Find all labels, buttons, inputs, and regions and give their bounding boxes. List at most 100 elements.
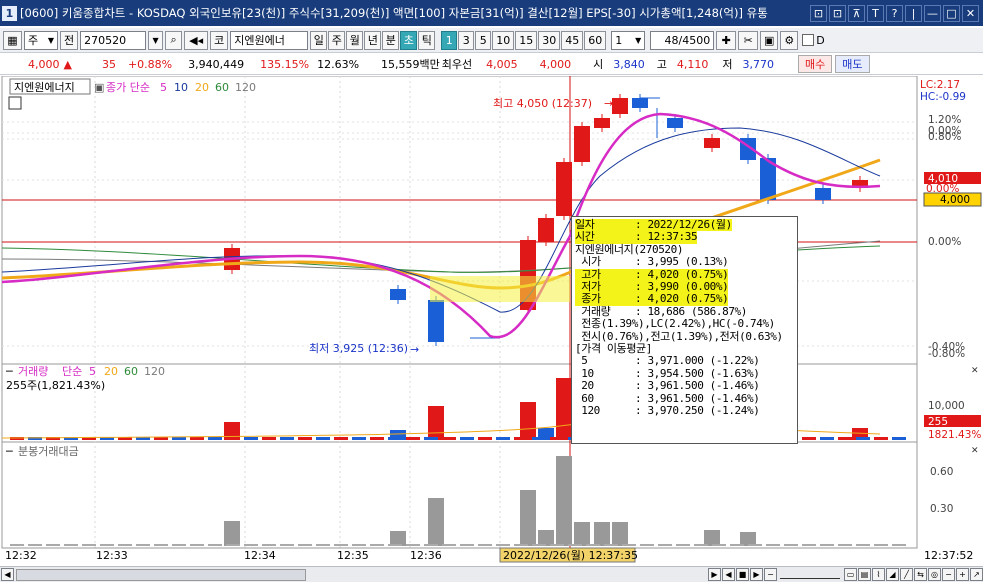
volume: 3,940,449: [188, 57, 245, 71]
tab-0[interactable]: 일: [310, 30, 328, 50]
window-control-5[interactable]: |: [905, 4, 922, 22]
bar-type-icon[interactable]: ▤: [858, 568, 871, 581]
change-percent: +0.88%: [127, 57, 173, 71]
tab-2[interactable]: 월: [346, 30, 364, 50]
chart-menu-icon[interactable]: ▦: [3, 30, 22, 50]
window-control-2[interactable]: ⊼: [848, 4, 865, 22]
code-input[interactable]: 270520: [80, 30, 147, 50]
amount-bar: [538, 530, 554, 546]
count-select[interactable]: 1 ▼: [611, 30, 646, 50]
window-control-3[interactable]: T: [867, 4, 884, 22]
zoom-out-icon[interactable]: −: [764, 568, 777, 581]
interval-45[interactable]: 45: [561, 30, 584, 50]
area-type-icon[interactable]: ◢: [886, 568, 899, 581]
window-control-4[interactable]: ?: [886, 4, 903, 22]
code-dropdown-icon[interactable]: ▼: [148, 30, 164, 50]
interval-30[interactable]: 30: [538, 30, 561, 50]
zoom-slider[interactable]: [780, 571, 840, 579]
expand-icon[interactable]: ↗: [970, 568, 983, 581]
window-control-1[interactable]: ⊡: [829, 4, 846, 22]
price-legend-prefix: ▣: [94, 81, 104, 94]
volume-bar-small: [262, 437, 276, 440]
amount-bar-small: [460, 544, 474, 546]
search-icon[interactable]: ⌕: [165, 30, 183, 50]
d-checkbox[interactable]: [802, 34, 815, 46]
play-icon[interactable]: ▶: [750, 568, 763, 581]
gear-icon[interactable]: ⚙: [780, 30, 799, 50]
scroll-thumb[interactable]: [16, 568, 306, 581]
amount-bar-small: [262, 544, 276, 546]
amount-bar-small: [298, 544, 312, 546]
scissors-icon[interactable]: ✂: [738, 30, 759, 50]
tooltip-value: : 3,970.250 (-1.24%): [635, 404, 760, 418]
window-control-7[interactable]: □: [943, 4, 960, 22]
panel-toggle-icon[interactable]: [8, 96, 22, 110]
line-type-icon[interactable]: ⌇: [872, 568, 885, 581]
prev-button[interactable]: 전: [60, 30, 79, 50]
save-icon[interactable]: ▣: [760, 30, 779, 50]
amount-bar-small: [766, 544, 780, 546]
amount-bar-small: [424, 544, 438, 546]
low-price: 3,770: [742, 57, 775, 71]
amount-bar-small: [748, 544, 762, 546]
interval-10[interactable]: 10: [492, 30, 515, 50]
chart-toolbar: ▦ 주 ▼ 전 270520 ▼ ⌕ ◀◂ 코 지엔원에너 일주월년분초틱 135…: [0, 28, 983, 53]
volume-bar: [556, 378, 572, 440]
window-control-8[interactable]: ✕: [962, 4, 979, 22]
xtick-2: 12:33: [96, 549, 128, 562]
minus-icon[interactable]: −: [942, 568, 955, 581]
volume-bar-small: [406, 437, 420, 440]
low-arrow-icon: →: [410, 343, 419, 356]
tab-3[interactable]: 년: [364, 30, 382, 50]
volume-bar-small: [226, 437, 240, 440]
trend-icon[interactable]: ╱: [900, 568, 913, 581]
amount-bar-small: [172, 544, 186, 546]
scroll-left-icon[interactable]: ◀: [1, 568, 14, 581]
chart-scrollbar[interactable]: ◀ ▶ ◀ ■ ▶ − ▭ ▤ ⌇ ◢ ╱ ⇆ ◎ − + ↗: [0, 566, 983, 582]
interval-1[interactable]: 1: [441, 30, 458, 50]
volume-bar-small: [190, 437, 204, 440]
tooltip-key: 시간: [575, 230, 635, 244]
tab-5[interactable]: 초: [400, 30, 418, 50]
candle-body: [815, 188, 831, 200]
speaker-icon[interactable]: ◀◂: [184, 30, 209, 50]
interval-60[interactable]: 60: [584, 30, 607, 50]
interval-3[interactable]: 3: [458, 30, 475, 50]
buy-button[interactable]: 매수: [798, 55, 833, 73]
scroll-track[interactable]: [16, 568, 705, 581]
market-mode-button[interactable]: 코: [210, 30, 229, 50]
ma120-legend: 120: [235, 81, 256, 94]
interval-5[interactable]: 5: [475, 30, 492, 50]
amount-bar-small: [640, 544, 654, 546]
amount-bar-small: [10, 544, 24, 546]
stock-name-input[interactable]: 지엔원에너: [230, 30, 309, 50]
volume-close-icon[interactable]: ✕: [971, 366, 979, 376]
zoom-reset-icon[interactable]: ◎: [928, 568, 941, 581]
window-control-0[interactable]: ⊡: [810, 4, 827, 22]
scroll-right-icon[interactable]: ▶: [708, 568, 721, 581]
candle-type-icon[interactable]: ▭: [844, 568, 857, 581]
tab-6[interactable]: 틱: [418, 30, 436, 50]
compare-icon[interactable]: ⇆: [914, 568, 927, 581]
sell-button[interactable]: 매도: [835, 55, 870, 73]
range-input[interactable]: 48/4500: [650, 30, 715, 50]
volume-tag: 255: [928, 416, 948, 428]
add-indicator-icon[interactable]: ✚: [716, 30, 737, 50]
play-back-icon[interactable]: ◀: [722, 568, 735, 581]
period-select[interactable]: 주 ▼: [24, 30, 58, 50]
period-tabs: 일주월년분초틱: [310, 30, 436, 50]
plus-icon[interactable]: +: [956, 568, 969, 581]
tooltip-row: 5: 3,971.000 (-1.22%): [575, 355, 794, 368]
ma60-legend: 60: [215, 81, 229, 94]
xtick-4: 12:35: [337, 549, 369, 562]
stock-chart[interactable]: 지엔원에너지 ▣ 종가 단순 5 10 20 60 120 LC:2.17 HC…: [0, 76, 983, 566]
interval-15[interactable]: 15: [515, 30, 538, 50]
volume-bar-small: [298, 437, 312, 440]
volume-bar-small: [424, 437, 438, 440]
window-control-6[interactable]: —: [924, 4, 941, 22]
stop-icon[interactable]: ■: [736, 568, 749, 581]
amount-bar-small: [838, 544, 852, 546]
amount-close-icon[interactable]: ✕: [971, 446, 979, 456]
tab-1[interactable]: 주: [328, 30, 346, 50]
tab-4[interactable]: 분: [382, 30, 400, 50]
